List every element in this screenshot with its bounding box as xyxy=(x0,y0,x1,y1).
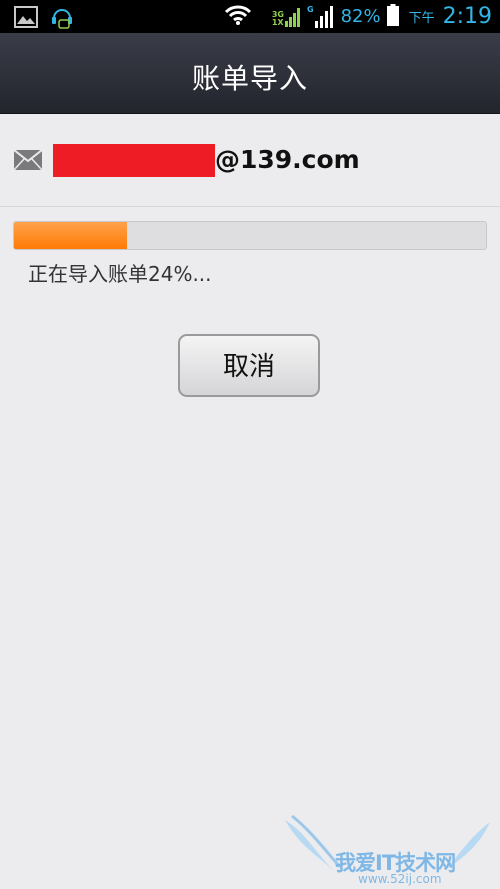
gallery-notification-icon xyxy=(14,6,38,32)
network-3g-1x-icon: 3G 1X xyxy=(272,7,301,27)
battery-percent: 82% xyxy=(340,6,381,27)
import-progress-bar xyxy=(13,221,487,250)
import-progress-fill xyxy=(14,222,128,249)
wifi-icon xyxy=(224,4,252,30)
signal-g-icon: G xyxy=(306,4,335,28)
watermark-logo: 我爱IT技术网 www.52ij.com xyxy=(280,812,500,889)
network-tag-1x: 1X xyxy=(271,17,284,27)
status-bar: 3G 1X G 82% 下午 2:19 xyxy=(0,0,500,33)
headset-chat-notification-icon xyxy=(50,5,74,33)
mail-icon xyxy=(13,149,43,174)
email-domain: @139.com xyxy=(215,145,360,174)
clock-time: 2:19 xyxy=(442,4,492,29)
title-bar: 账单导入 xyxy=(0,33,500,114)
watermark-url: www.52ij.com xyxy=(358,872,442,886)
cancel-button[interactable]: 取消 xyxy=(178,334,320,397)
network-tag-g: G xyxy=(306,4,314,14)
page-title: 账单导入 xyxy=(191,62,308,95)
clock-ampm: 下午 xyxy=(408,11,435,26)
account-row: @139.com xyxy=(0,114,500,207)
import-progress-label: 正在导入账单24%... xyxy=(28,262,212,286)
redacted-email-user xyxy=(53,144,215,177)
battery-icon xyxy=(386,3,399,30)
